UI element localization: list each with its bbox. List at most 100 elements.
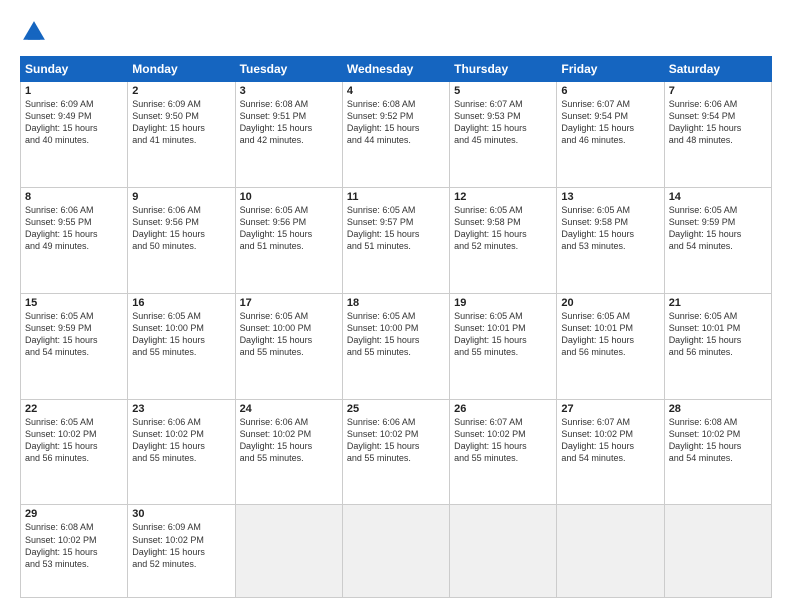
day-number: 12 bbox=[454, 191, 552, 203]
calendar-cell bbox=[664, 505, 771, 598]
calendar-day-header: Monday bbox=[128, 57, 235, 82]
cell-info: Sunrise: 6:07 AM Sunset: 9:53 PM Dayligh… bbox=[454, 98, 552, 147]
cell-info: Sunrise: 6:09 AM Sunset: 9:49 PM Dayligh… bbox=[25, 98, 123, 147]
cell-info: Sunrise: 6:05 AM Sunset: 10:01 PM Daylig… bbox=[454, 310, 552, 359]
calendar-cell: 3Sunrise: 6:08 AM Sunset: 9:51 PM Daylig… bbox=[235, 82, 342, 188]
day-number: 10 bbox=[240, 191, 338, 203]
cell-info: Sunrise: 6:05 AM Sunset: 10:00 PM Daylig… bbox=[347, 310, 445, 359]
cell-info: Sunrise: 6:05 AM Sunset: 10:02 PM Daylig… bbox=[25, 416, 123, 465]
cell-info: Sunrise: 6:05 AM Sunset: 10:01 PM Daylig… bbox=[669, 310, 767, 359]
cell-info: Sunrise: 6:05 AM Sunset: 9:58 PM Dayligh… bbox=[561, 204, 659, 253]
calendar-cell: 11Sunrise: 6:05 AM Sunset: 9:57 PM Dayli… bbox=[342, 187, 449, 293]
day-number: 3 bbox=[240, 85, 338, 97]
calendar-cell: 30Sunrise: 6:09 AM Sunset: 10:02 PM Dayl… bbox=[128, 505, 235, 598]
calendar-cell: 20Sunrise: 6:05 AM Sunset: 10:01 PM Dayl… bbox=[557, 293, 664, 399]
header bbox=[20, 18, 772, 46]
calendar-cell: 8Sunrise: 6:06 AM Sunset: 9:55 PM Daylig… bbox=[21, 187, 128, 293]
calendar-day-header: Saturday bbox=[664, 57, 771, 82]
page: SundayMondayTuesdayWednesdayThursdayFrid… bbox=[0, 0, 792, 612]
cell-info: Sunrise: 6:09 AM Sunset: 9:50 PM Dayligh… bbox=[132, 98, 230, 147]
cell-info: Sunrise: 6:06 AM Sunset: 10:02 PM Daylig… bbox=[132, 416, 230, 465]
cell-info: Sunrise: 6:09 AM Sunset: 10:02 PM Daylig… bbox=[132, 521, 230, 570]
calendar-cell: 1Sunrise: 6:09 AM Sunset: 9:49 PM Daylig… bbox=[21, 82, 128, 188]
cell-info: Sunrise: 6:07 AM Sunset: 10:02 PM Daylig… bbox=[454, 416, 552, 465]
cell-info: Sunrise: 6:08 AM Sunset: 9:52 PM Dayligh… bbox=[347, 98, 445, 147]
day-number: 8 bbox=[25, 191, 123, 203]
calendar-week-row: 15Sunrise: 6:05 AM Sunset: 9:59 PM Dayli… bbox=[21, 293, 772, 399]
day-number: 15 bbox=[25, 297, 123, 309]
day-number: 4 bbox=[347, 85, 445, 97]
cell-info: Sunrise: 6:05 AM Sunset: 9:59 PM Dayligh… bbox=[25, 310, 123, 359]
calendar-cell bbox=[235, 505, 342, 598]
calendar-day-header: Sunday bbox=[21, 57, 128, 82]
calendar-cell: 14Sunrise: 6:05 AM Sunset: 9:59 PM Dayli… bbox=[664, 187, 771, 293]
calendar-cell: 16Sunrise: 6:05 AM Sunset: 10:00 PM Dayl… bbox=[128, 293, 235, 399]
cell-info: Sunrise: 6:08 AM Sunset: 10:02 PM Daylig… bbox=[669, 416, 767, 465]
cell-info: Sunrise: 6:06 AM Sunset: 10:02 PM Daylig… bbox=[347, 416, 445, 465]
calendar-cell: 6Sunrise: 6:07 AM Sunset: 9:54 PM Daylig… bbox=[557, 82, 664, 188]
calendar-cell: 23Sunrise: 6:06 AM Sunset: 10:02 PM Dayl… bbox=[128, 399, 235, 505]
day-number: 6 bbox=[561, 85, 659, 97]
cell-info: Sunrise: 6:06 AM Sunset: 9:55 PM Dayligh… bbox=[25, 204, 123, 253]
calendar-body: 1Sunrise: 6:09 AM Sunset: 9:49 PM Daylig… bbox=[21, 82, 772, 598]
calendar-cell: 29Sunrise: 6:08 AM Sunset: 10:02 PM Dayl… bbox=[21, 505, 128, 598]
calendar-cell bbox=[342, 505, 449, 598]
cell-info: Sunrise: 6:07 AM Sunset: 9:54 PM Dayligh… bbox=[561, 98, 659, 147]
day-number: 23 bbox=[132, 403, 230, 415]
calendar-cell: 24Sunrise: 6:06 AM Sunset: 10:02 PM Dayl… bbox=[235, 399, 342, 505]
day-number: 13 bbox=[561, 191, 659, 203]
calendar-cell: 10Sunrise: 6:05 AM Sunset: 9:56 PM Dayli… bbox=[235, 187, 342, 293]
calendar-cell: 19Sunrise: 6:05 AM Sunset: 10:01 PM Dayl… bbox=[450, 293, 557, 399]
cell-info: Sunrise: 6:05 AM Sunset: 10:00 PM Daylig… bbox=[132, 310, 230, 359]
calendar-cell: 22Sunrise: 6:05 AM Sunset: 10:02 PM Dayl… bbox=[21, 399, 128, 505]
day-number: 29 bbox=[25, 508, 123, 520]
day-number: 5 bbox=[454, 85, 552, 97]
calendar-week-row: 29Sunrise: 6:08 AM Sunset: 10:02 PM Dayl… bbox=[21, 505, 772, 598]
cell-info: Sunrise: 6:06 AM Sunset: 9:54 PM Dayligh… bbox=[669, 98, 767, 147]
cell-info: Sunrise: 6:05 AM Sunset: 9:56 PM Dayligh… bbox=[240, 204, 338, 253]
day-number: 26 bbox=[454, 403, 552, 415]
cell-info: Sunrise: 6:06 AM Sunset: 9:56 PM Dayligh… bbox=[132, 204, 230, 253]
calendar-cell: 15Sunrise: 6:05 AM Sunset: 9:59 PM Dayli… bbox=[21, 293, 128, 399]
logo-icon bbox=[20, 18, 48, 46]
calendar-cell: 13Sunrise: 6:05 AM Sunset: 9:58 PM Dayli… bbox=[557, 187, 664, 293]
cell-info: Sunrise: 6:05 AM Sunset: 9:57 PM Dayligh… bbox=[347, 204, 445, 253]
day-number: 18 bbox=[347, 297, 445, 309]
day-number: 28 bbox=[669, 403, 767, 415]
day-number: 1 bbox=[25, 85, 123, 97]
day-number: 30 bbox=[132, 508, 230, 520]
day-number: 20 bbox=[561, 297, 659, 309]
logo bbox=[20, 18, 52, 46]
cell-info: Sunrise: 6:08 AM Sunset: 9:51 PM Dayligh… bbox=[240, 98, 338, 147]
calendar-cell: 4Sunrise: 6:08 AM Sunset: 9:52 PM Daylig… bbox=[342, 82, 449, 188]
calendar-cell: 25Sunrise: 6:06 AM Sunset: 10:02 PM Dayl… bbox=[342, 399, 449, 505]
calendar-day-header: Wednesday bbox=[342, 57, 449, 82]
calendar-week-row: 8Sunrise: 6:06 AM Sunset: 9:55 PM Daylig… bbox=[21, 187, 772, 293]
calendar-cell: 9Sunrise: 6:06 AM Sunset: 9:56 PM Daylig… bbox=[128, 187, 235, 293]
calendar-cell: 28Sunrise: 6:08 AM Sunset: 10:02 PM Dayl… bbox=[664, 399, 771, 505]
day-number: 14 bbox=[669, 191, 767, 203]
calendar-table: SundayMondayTuesdayWednesdayThursdayFrid… bbox=[20, 56, 772, 598]
calendar-week-row: 22Sunrise: 6:05 AM Sunset: 10:02 PM Dayl… bbox=[21, 399, 772, 505]
day-number: 7 bbox=[669, 85, 767, 97]
calendar-cell: 17Sunrise: 6:05 AM Sunset: 10:00 PM Dayl… bbox=[235, 293, 342, 399]
cell-info: Sunrise: 6:05 AM Sunset: 9:59 PM Dayligh… bbox=[669, 204, 767, 253]
day-number: 25 bbox=[347, 403, 445, 415]
calendar-day-header: Friday bbox=[557, 57, 664, 82]
calendar-cell: 26Sunrise: 6:07 AM Sunset: 10:02 PM Dayl… bbox=[450, 399, 557, 505]
calendar-day-header: Thursday bbox=[450, 57, 557, 82]
calendar-cell: 2Sunrise: 6:09 AM Sunset: 9:50 PM Daylig… bbox=[128, 82, 235, 188]
calendar-day-header: Tuesday bbox=[235, 57, 342, 82]
day-number: 22 bbox=[25, 403, 123, 415]
calendar-cell: 18Sunrise: 6:05 AM Sunset: 10:00 PM Dayl… bbox=[342, 293, 449, 399]
calendar-cell: 5Sunrise: 6:07 AM Sunset: 9:53 PM Daylig… bbox=[450, 82, 557, 188]
day-number: 24 bbox=[240, 403, 338, 415]
day-number: 21 bbox=[669, 297, 767, 309]
cell-info: Sunrise: 6:05 AM Sunset: 10:00 PM Daylig… bbox=[240, 310, 338, 359]
cell-info: Sunrise: 6:06 AM Sunset: 10:02 PM Daylig… bbox=[240, 416, 338, 465]
day-number: 27 bbox=[561, 403, 659, 415]
day-number: 19 bbox=[454, 297, 552, 309]
calendar-cell bbox=[557, 505, 664, 598]
calendar-cell: 21Sunrise: 6:05 AM Sunset: 10:01 PM Dayl… bbox=[664, 293, 771, 399]
day-number: 9 bbox=[132, 191, 230, 203]
